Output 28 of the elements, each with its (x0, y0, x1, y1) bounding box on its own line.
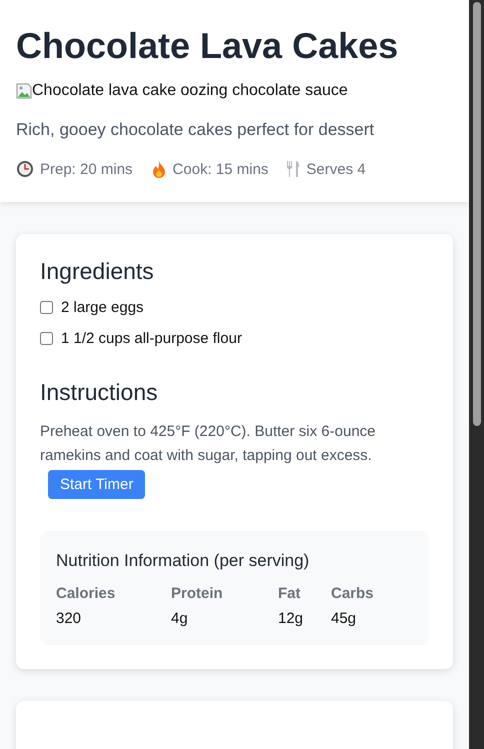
recipe-title: Chocolate Lava Cakes (16, 24, 400, 68)
recipe-meta-text: Prep: 20 mins (40, 160, 133, 178)
nutrition-label: Calories (56, 585, 116, 602)
ingredient-checkbox[interactable] (40, 301, 53, 314)
nutrition-value: 12g (278, 610, 304, 627)
recipe-meta-text: Cook: 15 mins (172, 160, 268, 178)
fire-icon (150, 160, 167, 178)
section-heading: Instructions (40, 379, 159, 406)
instruction-text: Preheat oven to 425°F (220°C). Butter six 6-ounce ramekins and coat with sugar, tapping out excess. (40, 422, 377, 466)
image-alt-text: Chocolate lava cake oozing chocolate sauce (32, 82, 348, 100)
broken-image-icon (16, 83, 32, 99)
recipe-meta-text: Serves 4 (306, 160, 366, 178)
recipe-description: Rich, gooey chocolate cakes perfect for dessert (16, 120, 376, 140)
start-timer-button[interactable]: Start Timer (48, 470, 146, 499)
clock-icon (16, 160, 34, 178)
ingredient-checkbox[interactable] (40, 332, 53, 345)
nutrition-value: 4g (171, 610, 189, 627)
ingredient-text: 2 large eggs (61, 299, 144, 316)
section-heading: Ingredients (40, 258, 155, 285)
nutrition-value: 320 (56, 610, 82, 627)
nutrition-value: 45g (331, 610, 358, 627)
scrollbar[interactable] (469, 0, 484, 749)
utensils-icon (286, 160, 300, 178)
nutrition-label: Carbs (331, 585, 375, 602)
nutrition-label: Protein (171, 585, 224, 602)
nutrition-heading: Nutrition Information (per serving) (56, 551, 310, 571)
nutrition-label: Fat (278, 585, 302, 602)
ingredient-text: 1 1/2 cups all-purpose flour (61, 330, 242, 347)
